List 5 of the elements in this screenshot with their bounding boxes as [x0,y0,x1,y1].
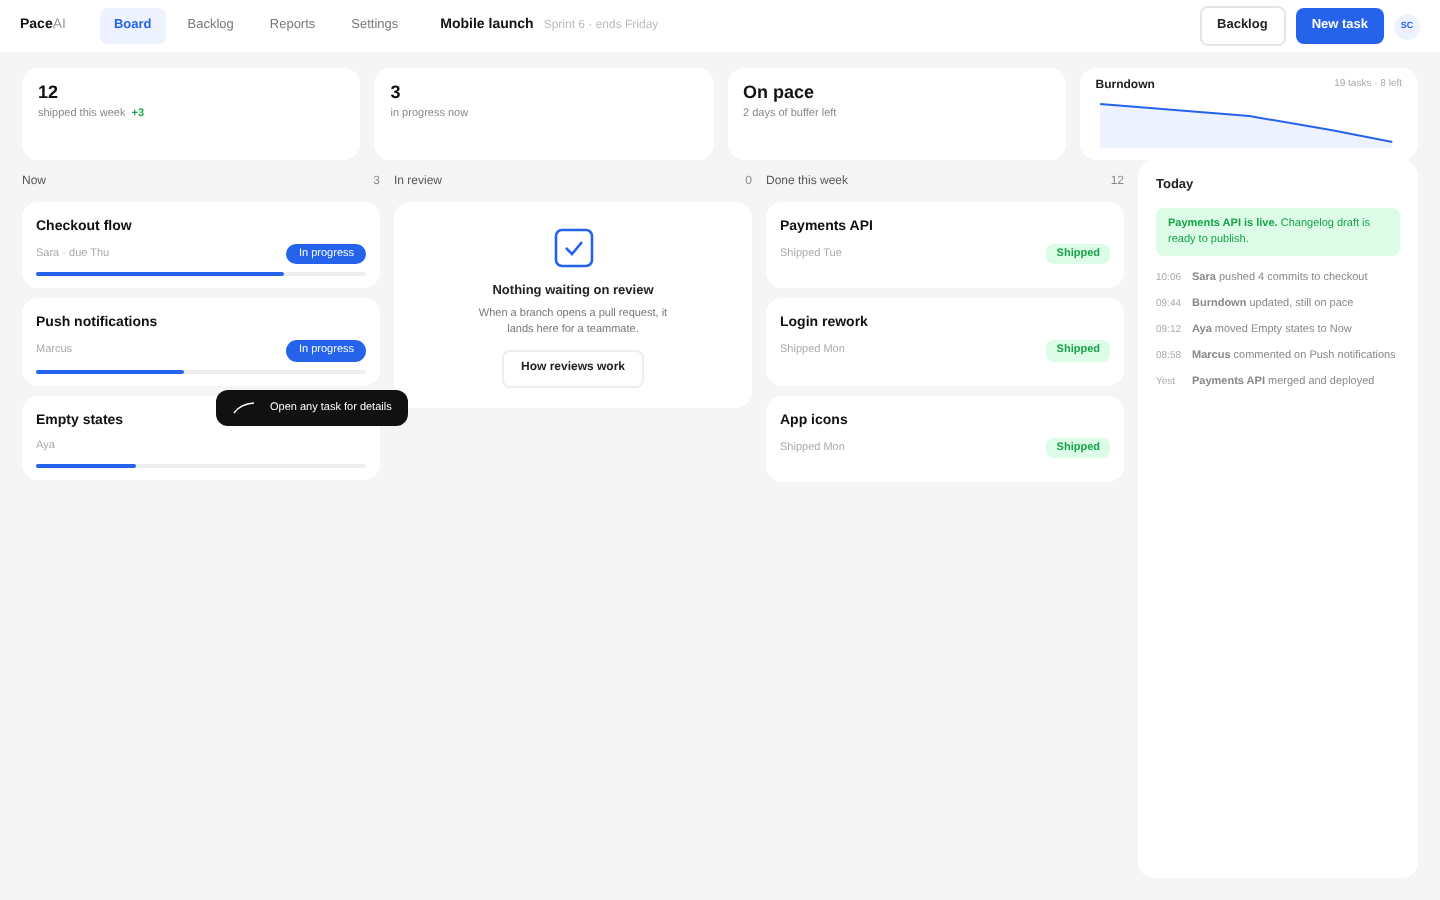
stat-value: 12 [38,82,59,104]
stat-value: On pace [743,82,815,104]
curve-icon [232,402,256,415]
checkbox-icon [553,228,593,268]
stat-value: 3 [390,82,401,104]
